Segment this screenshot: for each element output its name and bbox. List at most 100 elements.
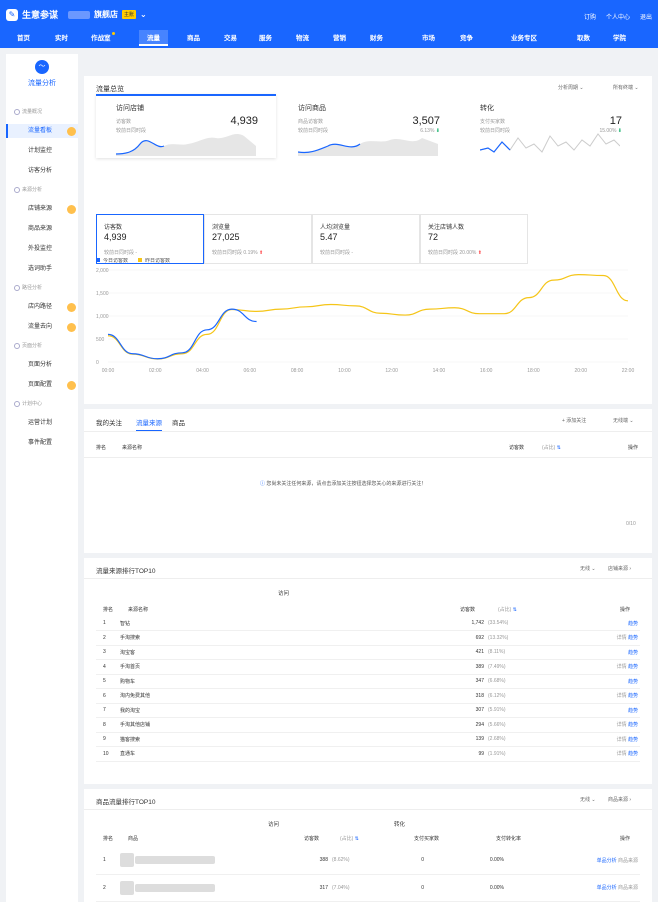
link-order[interactable]: 订购 xyxy=(584,12,596,21)
col-action: 操作 xyxy=(628,445,639,451)
nav-service[interactable]: 服务 xyxy=(259,32,272,42)
main-nav: 首页 实时 作战室 流量 商品 交易 服务 物流 营销 财务 市场 竞争 业务专… xyxy=(0,28,658,48)
y-tick-label: 1,500 xyxy=(96,291,109,297)
goods-source-select[interactable]: 商品来源 › xyxy=(608,796,631,803)
terminal-select[interactable]: 无线 ⌄ xyxy=(580,565,596,572)
arrow-up-icon: ⬆ xyxy=(477,250,482,256)
overview-title: 流量总览 xyxy=(96,86,124,93)
shop-selector[interactable]: 旗舰店 主账 ⌄ xyxy=(68,9,147,20)
detail-link[interactable]: 详情 趋势 xyxy=(526,717,640,733)
sidebar-item-shop-source[interactable]: 店铺来源 xyxy=(6,202,78,216)
focus-title: 我的关注 xyxy=(96,420,122,427)
overview-card: 流量总览 分析周期 ⌄ 所有终端 ⌄ 访问店铺 访客数 较前日同时段 4,939 … xyxy=(84,76,652,404)
shop-suffix: 旗舰店 xyxy=(94,10,118,19)
item-analysis-link[interactable]: 单品分析 xyxy=(597,885,617,891)
x-tick-label: 02:00 xyxy=(149,368,162,374)
shop-name-blurred xyxy=(68,10,90,19)
nav-business[interactable]: 业务专区 xyxy=(511,32,537,42)
app-logo[interactable]: ✎ 生意参谋 xyxy=(6,8,58,21)
nav-market[interactable]: 市场 xyxy=(422,32,435,42)
detail-link[interactable]: 详情 趋势 xyxy=(526,688,640,704)
group-page: 页面分析 xyxy=(13,343,43,349)
detail-link[interactable]: 趋势 xyxy=(526,703,640,718)
arrow-up-icon: ⬆ xyxy=(258,250,264,256)
sidebar-item-page-config[interactable]: 页面配置 xyxy=(6,378,78,392)
overview-card-goods[interactable]: 访问商品 商品访客数 较前日同时段 3,507 6.13% ⬇ xyxy=(278,94,458,158)
sidebar-item-visitor[interactable]: 访客分析 xyxy=(6,164,78,178)
overview-card-shop[interactable]: 访问店铺 访客数 较前日同时段 4,939 xyxy=(96,94,276,158)
col-visitors: 访客数 xyxy=(509,445,525,451)
nav-fetch[interactable]: 取数 xyxy=(577,32,590,42)
sidebar-item-ops[interactable]: 运营计划 xyxy=(6,416,78,430)
col-share[interactable]: (占比) ⇅ xyxy=(542,444,561,451)
sidebar-item-event[interactable]: 事件配置 xyxy=(6,436,78,450)
detail-link[interactable]: 详情 趋势 xyxy=(526,732,640,747)
nav-home[interactable]: 首页 xyxy=(17,32,30,42)
item-analysis-link[interactable]: 单品分析 xyxy=(597,858,617,864)
table-row: 2 317 (7.04%) 0 0.00% 单品分析 商品来源 xyxy=(96,874,640,902)
add-focus-button[interactable]: + 添加关注 xyxy=(562,417,586,424)
nav-academy[interactable]: 学院 xyxy=(613,32,626,42)
terminal-select[interactable]: 无线 ⌄ xyxy=(580,796,596,803)
nav-traffic[interactable]: 流量 xyxy=(139,30,168,46)
detail-link[interactable]: 详情 趋势 xyxy=(526,659,640,675)
metric-followers[interactable]: 关注店铺人数 72 较前日同时段 20.00% ⬆ xyxy=(420,214,528,264)
badge-icon xyxy=(67,127,76,136)
sidebar-item-board[interactable]: 流量看板 xyxy=(6,124,78,138)
goods-source-link[interactable]: 商品来源 xyxy=(618,885,638,891)
source-type-select[interactable]: 店铺来源 › xyxy=(608,565,631,572)
goods-source-link[interactable]: 商品来源 xyxy=(618,858,638,864)
link-logout[interactable]: 退出 xyxy=(640,12,652,21)
notify-dot xyxy=(111,32,115,35)
link-profile[interactable]: 个人中心 xyxy=(606,12,630,21)
table-row: 1 智钻 1,742 (33.54%) 趋势 xyxy=(96,616,640,631)
tab-goods[interactable]: 商品 xyxy=(172,417,185,427)
detail-link[interactable]: 趋势 xyxy=(526,645,640,660)
nav-goods[interactable]: 商品 xyxy=(187,32,200,42)
metric-pv[interactable]: 浏览量 27,025 较前日同时段 0.19% ⬆ xyxy=(204,214,312,264)
x-tick-label: 00:00 xyxy=(102,368,115,374)
sidebar-item-goods-source[interactable]: 商品来源 xyxy=(6,222,78,236)
group-source: 来源分析 xyxy=(13,187,43,193)
sidebar-item-external[interactable]: 外投监控 xyxy=(6,242,78,256)
detail-link[interactable]: 详情 趋势 xyxy=(526,746,640,762)
metric-visitors[interactable]: 访客数 4,939 较前日同时段 - xyxy=(96,214,204,264)
nav-warroom[interactable]: 作战室 xyxy=(91,32,115,42)
sidebar-item-page-analysis[interactable]: 页面分析 xyxy=(6,358,78,372)
sparkline-goods xyxy=(298,138,438,156)
nav-logistics[interactable]: 物流 xyxy=(296,32,309,42)
goods-top10-title: 商品流量排行TOP10 xyxy=(96,799,156,806)
overview-card-conversion[interactable]: 转化 支付买家数 较前日同时段 17 15.00% ⬇ xyxy=(460,94,640,158)
metric-avg-pv[interactable]: 人均浏览量 5.47 较前日同时段 - xyxy=(312,214,420,264)
group-plan: 计划中心 xyxy=(13,401,43,407)
period-select[interactable]: 分析周期 ⌄ xyxy=(558,84,584,91)
nav-marketing[interactable]: 营销 xyxy=(333,32,346,42)
terminal-select[interactable]: 所有终端 ⌄ xyxy=(613,84,639,91)
nav-trade[interactable]: 交易 xyxy=(224,32,237,42)
series-line-1 xyxy=(107,273,629,360)
sidebar-item-plan[interactable]: 计划监控 xyxy=(6,144,78,158)
table-row: 2 手淘搜索 692 (13.32%) 详情 趋势 xyxy=(96,630,640,646)
detail-link[interactable]: 趋势 xyxy=(526,616,640,631)
nav-compete[interactable]: 竞争 xyxy=(460,32,473,42)
chevron-down-icon: ⌄ xyxy=(140,10,147,19)
nav-realtime[interactable]: 实时 xyxy=(55,32,68,42)
sidebar-item-keyword[interactable]: 选词助手 xyxy=(6,262,78,276)
group-visit: 访问 xyxy=(278,591,290,597)
top-bar: ✎ 生意参谋 旗舰店 主账 ⌄ 订购 个人中心 退出 首页 实时 作战室 流量 … xyxy=(0,0,658,48)
tab-traffic-source[interactable]: 流量来源 xyxy=(136,417,162,431)
source-table: 1 智钻 1,742 (33.54%) 趋势 2 手淘搜索 692 (13.32%… xyxy=(96,616,640,762)
sidebar-item-path[interactable]: 店内路径 xyxy=(6,300,78,314)
y-tick-label: 0 xyxy=(96,360,99,366)
y-tick-label: 1,000 xyxy=(96,314,109,320)
detail-link[interactable]: 趋势 xyxy=(526,674,640,689)
group-overview: 流量概况 xyxy=(13,109,43,115)
group-visit: 访问 xyxy=(268,822,280,828)
product-thumbnail xyxy=(120,880,134,895)
sidebar-item-destination[interactable]: 流量去向 xyxy=(6,320,78,334)
shop-visitor-value: 4,939 xyxy=(230,115,258,127)
badge-icon xyxy=(67,323,76,332)
terminal-select[interactable]: 无线端 ⌄ xyxy=(613,417,634,424)
nav-finance[interactable]: 财务 xyxy=(370,32,383,42)
detail-link[interactable]: 详情 趋势 xyxy=(526,630,640,646)
